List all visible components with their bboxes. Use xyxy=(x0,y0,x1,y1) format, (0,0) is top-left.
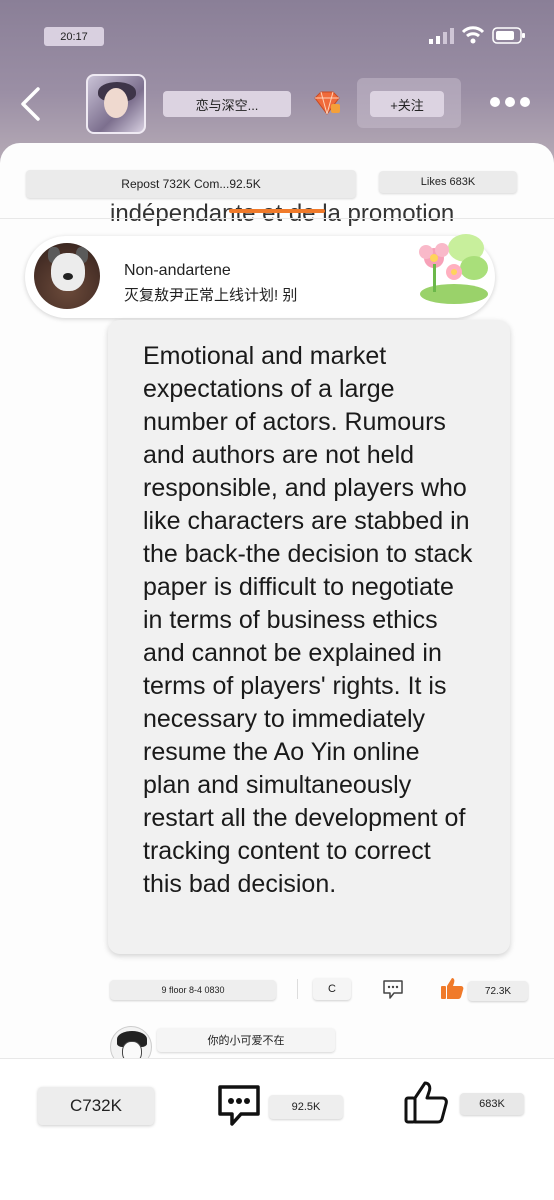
repost-button[interactable]: C732K xyxy=(38,1087,154,1125)
thumbs-up-icon[interactable] xyxy=(439,975,465,1001)
comment-like-count: 72.3K xyxy=(468,981,528,1001)
separator xyxy=(297,979,298,999)
comment-user-name[interactable]: Non-andartene xyxy=(124,262,231,280)
group-name[interactable]: 恋与深空... xyxy=(163,91,291,117)
group-avatar[interactable] xyxy=(86,74,146,134)
wifi-icon xyxy=(461,26,485,44)
comment-body: Emotional and market expectations of a l… xyxy=(143,342,473,898)
more-dots-icon[interactable] xyxy=(490,97,530,109)
c-button[interactable]: C xyxy=(313,978,351,1000)
tab-likes[interactable]: Likes 683K xyxy=(379,171,517,193)
follow-button[interactable]: +关注 xyxy=(370,91,444,117)
flower-sticker-icon xyxy=(419,234,488,304)
avatar[interactable] xyxy=(34,243,100,309)
bottom-bar xyxy=(0,1058,554,1200)
battery-icon xyxy=(492,27,525,44)
reply-text[interactable]: 你的小可爱不在 xyxy=(157,1028,335,1052)
comment-snippet: 灭复敖尹正常上线计划! 别 xyxy=(124,287,298,304)
comment-icon[interactable] xyxy=(381,977,405,1001)
chevron-left-icon[interactable] xyxy=(18,86,44,122)
gem-badge-icon xyxy=(314,91,340,115)
comment-icon[interactable] xyxy=(215,1082,263,1128)
tab-indicator xyxy=(229,209,325,213)
divider xyxy=(0,218,554,219)
tab-repost-comments[interactable]: Repost 732K Com...92.5K xyxy=(26,170,356,198)
status-time: 20:17 xyxy=(44,27,104,46)
thumbs-up-icon[interactable] xyxy=(402,1078,450,1126)
floor-info: 9 floor 8-4 0830 xyxy=(110,980,276,1000)
like-count: 683K xyxy=(460,1093,524,1115)
signal-icon xyxy=(429,28,454,44)
comment-count: 92.5K xyxy=(269,1095,343,1119)
